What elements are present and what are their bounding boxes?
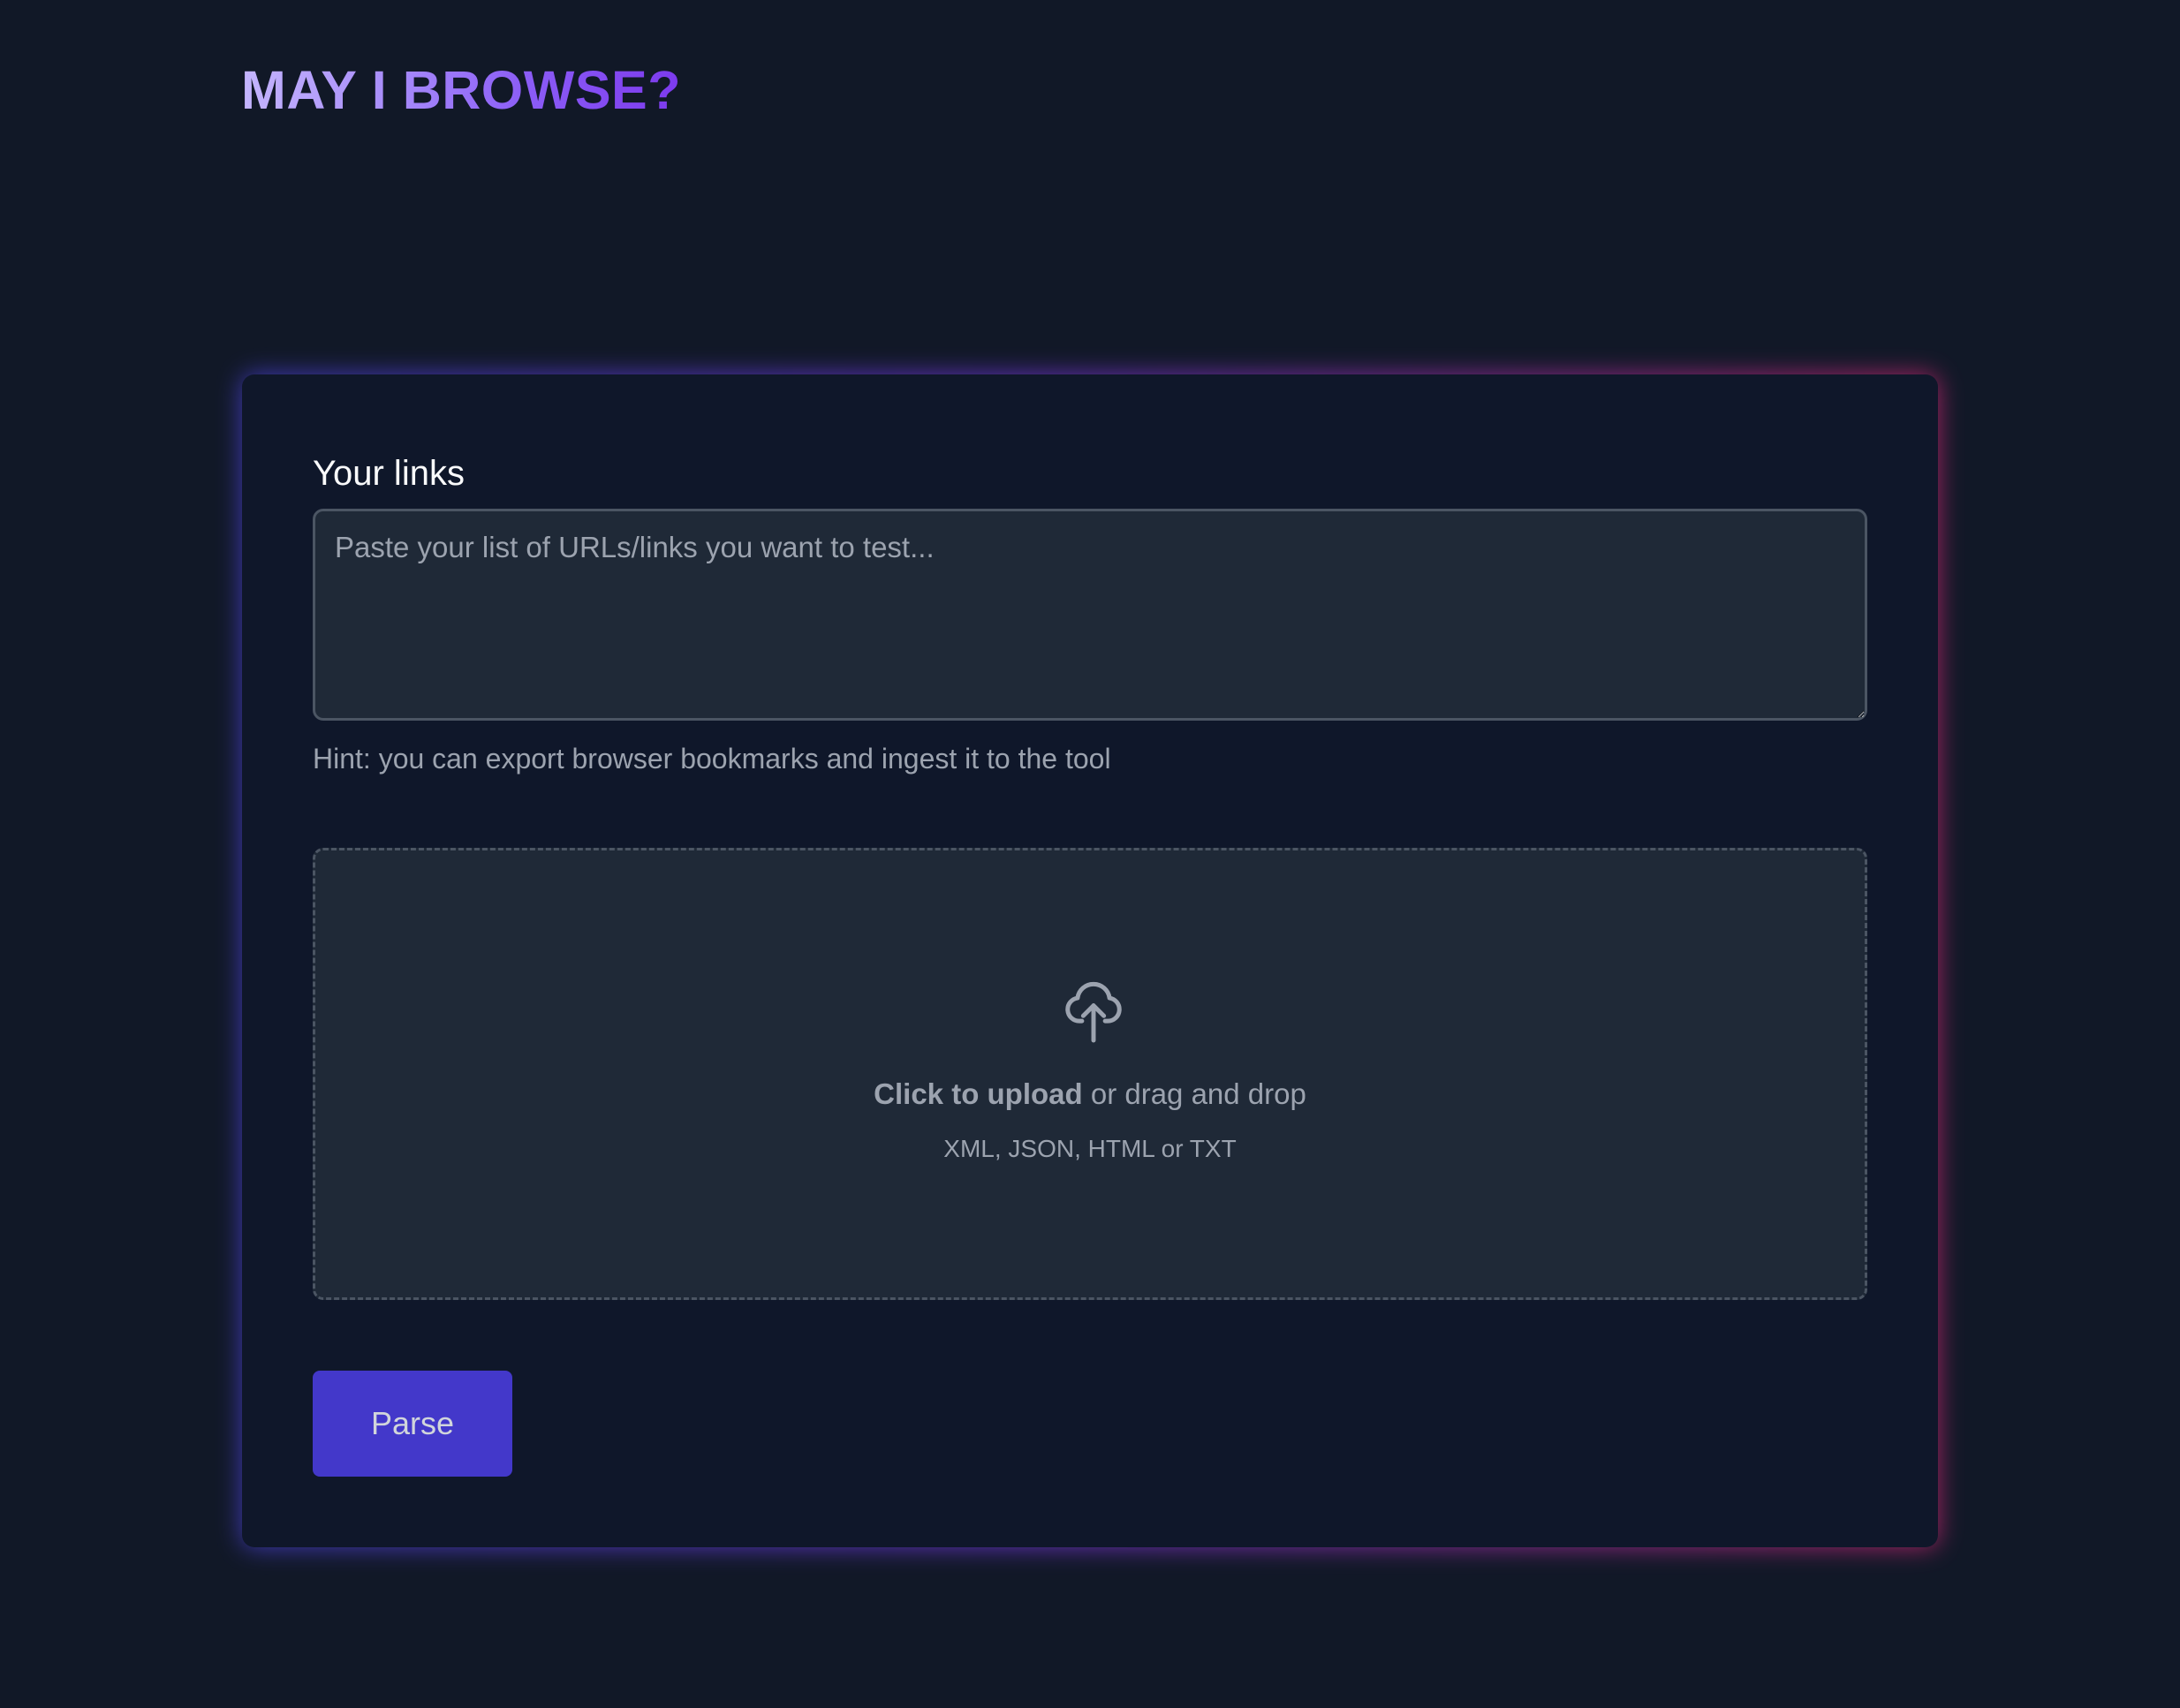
parse-button[interactable]: Parse xyxy=(313,1371,512,1477)
links-form-card: Your links Hint: you can export browser … xyxy=(242,374,1938,1547)
bookmarks-hint: Hint: you can export browser bookmarks a… xyxy=(313,743,1111,775)
app-logo: MAY I BROWSE? xyxy=(241,55,681,125)
file-upload-dropzone[interactable]: Click to upload or drag and drop XML, JS… xyxy=(313,848,1867,1300)
cloud-upload-icon xyxy=(1065,981,1122,1043)
links-label: Your links xyxy=(313,454,465,493)
accepted-formats: XML, JSON, HTML or TXT xyxy=(943,1135,1237,1162)
drag-and-drop-text: or drag and drop xyxy=(1082,1077,1306,1110)
upload-instructions: Click to upload or drag and drop xyxy=(315,1074,1865,1115)
links-textarea[interactable] xyxy=(313,509,1867,721)
click-to-upload-link[interactable]: Click to upload xyxy=(874,1077,1083,1110)
